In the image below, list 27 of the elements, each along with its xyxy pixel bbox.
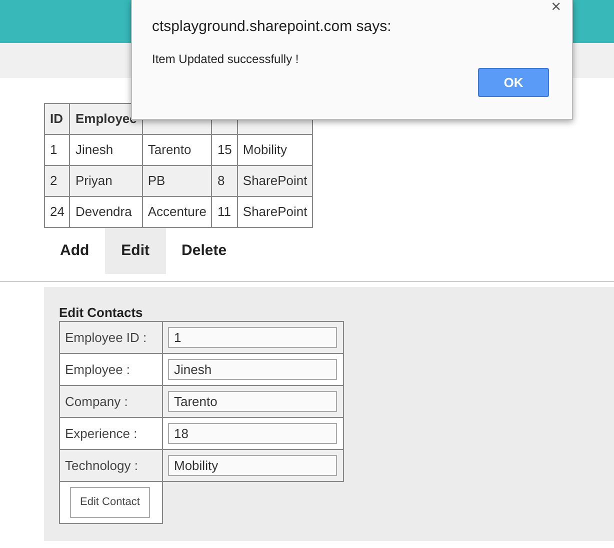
table-cell: 11 (212, 196, 238, 228)
field-label: Employee : (60, 354, 162, 386)
table-cell: 2 (44, 166, 70, 196)
table-cell: PB (142, 166, 212, 196)
table-cell: SharePoint (237, 166, 313, 196)
action-tab[interactable]: Edit (105, 228, 166, 274)
form-title: Edit Contacts (59, 305, 144, 321)
field-label: Employee ID : (60, 322, 162, 354)
action-tab[interactable]: Add (44, 228, 106, 274)
column-header: ID (44, 104, 70, 134)
table-cell: 8 (212, 166, 238, 196)
dialog-message: Item Updated successfully ! (152, 50, 300, 68)
input-field[interactable]: Jinesh (168, 359, 337, 380)
table-cell: SharePoint (237, 196, 313, 228)
field-label: Technology : (60, 450, 162, 482)
input-field[interactable]: Mobility (168, 455, 337, 476)
edit-contact-button[interactable]: Edit Contact (70, 487, 150, 518)
close-button[interactable]: × (548, 0, 564, 17)
input-field[interactable]: 18 (168, 423, 337, 444)
table-cell: Priyan (70, 166, 142, 196)
field-label: Experience : (60, 418, 162, 450)
dialog-title: ctsplayground.sharepoint.com says: (152, 17, 392, 37)
field-label: Company : (60, 386, 162, 418)
table-cell: 24 (44, 196, 70, 228)
action-tab[interactable]: Delete (166, 228, 243, 274)
input-field[interactable]: 1 (168, 327, 337, 348)
input-field[interactable]: Tarento (168, 391, 337, 412)
